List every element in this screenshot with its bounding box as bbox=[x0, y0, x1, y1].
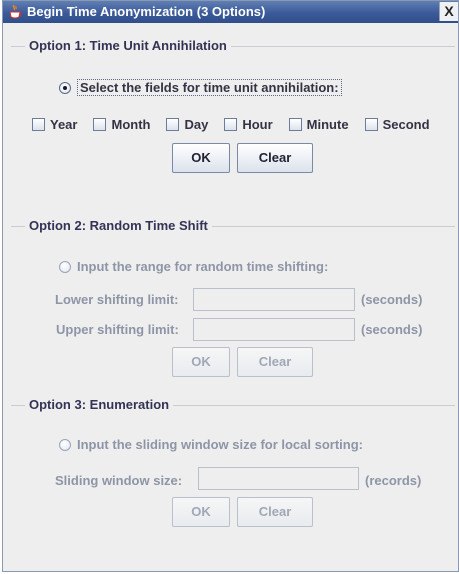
option3-ok-button[interactable]: OK bbox=[172, 497, 230, 527]
option2-clear-button[interactable]: Clear bbox=[237, 347, 313, 377]
lower-limit-input[interactable] bbox=[193, 288, 355, 311]
close-icon[interactable]: X bbox=[439, 2, 458, 21]
option2-ok-button[interactable]: OK bbox=[172, 347, 230, 377]
option3-radio[interactable]: Input the sliding window size for local … bbox=[59, 437, 363, 452]
radio-selected-icon bbox=[59, 81, 71, 94]
checkbox-icon bbox=[224, 118, 238, 131]
java-cup-icon bbox=[8, 4, 22, 20]
checkbox-day[interactable]: Day bbox=[166, 117, 208, 132]
upper-limit-unit: (seconds) bbox=[361, 322, 423, 337]
checkbox-icon bbox=[166, 118, 180, 131]
checkbox-minute[interactable]: Minute bbox=[288, 117, 349, 132]
radio-unselected-icon bbox=[59, 260, 71, 273]
option3-clear-button[interactable]: Clear bbox=[237, 497, 313, 527]
lower-limit-label: Lower shifting limit: bbox=[55, 292, 179, 307]
option3-title: Option 3: Enumeration bbox=[25, 397, 174, 412]
checkbox-label: Year bbox=[50, 117, 78, 132]
option2-group: Option 2: Random Time Shift bbox=[11, 218, 455, 401]
option1-title: Option 1: Time Unit Annihilation bbox=[25, 38, 231, 53]
sliding-window-unit: (records) bbox=[365, 473, 422, 488]
option2-radio-label: Input the range for random time shifting… bbox=[77, 259, 329, 274]
checkbox-second[interactable]: Second bbox=[364, 117, 430, 132]
option3-radio-label: Input the sliding window size for local … bbox=[77, 437, 363, 452]
checkbox-icon bbox=[288, 118, 302, 131]
upper-limit-input[interactable] bbox=[193, 318, 355, 341]
checkbox-icon bbox=[32, 118, 45, 131]
checkbox-month[interactable]: Month bbox=[93, 117, 150, 132]
option1-radio[interactable]: Select the fields for time unit annihila… bbox=[59, 79, 342, 96]
option1-radio-label: Select the fields for time unit annihila… bbox=[77, 79, 342, 96]
checkbox-year[interactable]: Year bbox=[32, 117, 77, 132]
dialog-window: Begin Time Anonymization (3 Options) X O… bbox=[2, 0, 459, 572]
upper-limit-label: Upper shifting limit: bbox=[56, 322, 179, 337]
window-title: Begin Time Anonymization (3 Options) bbox=[27, 4, 266, 19]
option1-ok-button[interactable]: OK bbox=[172, 143, 230, 173]
checkbox-label: Day bbox=[184, 117, 209, 132]
radio-unselected-icon bbox=[59, 438, 71, 451]
checkbox-label: Second bbox=[382, 117, 430, 132]
checkbox-icon bbox=[364, 118, 378, 131]
sliding-window-input[interactable] bbox=[198, 467, 359, 490]
option1-clear-button[interactable]: Clear bbox=[237, 143, 313, 173]
lower-limit-unit: (seconds) bbox=[361, 292, 423, 307]
checkbox-hour[interactable]: Hour bbox=[224, 117, 273, 132]
time-unit-checkboxes: Year Month Day Hour Minute Second bbox=[32, 117, 430, 132]
title-bar[interactable]: Begin Time Anonymization (3 Options) X bbox=[3, 1, 458, 23]
sliding-window-label: Sliding window size: bbox=[55, 473, 183, 488]
option2-radio[interactable]: Input the range for random time shifting… bbox=[59, 259, 328, 274]
checkbox-label: Month bbox=[111, 117, 151, 132]
option2-title: Option 2: Random Time Shift bbox=[25, 218, 212, 233]
checkbox-icon bbox=[93, 118, 107, 131]
checkbox-label: Minute bbox=[306, 117, 349, 132]
checkbox-label: Hour bbox=[242, 117, 273, 132]
